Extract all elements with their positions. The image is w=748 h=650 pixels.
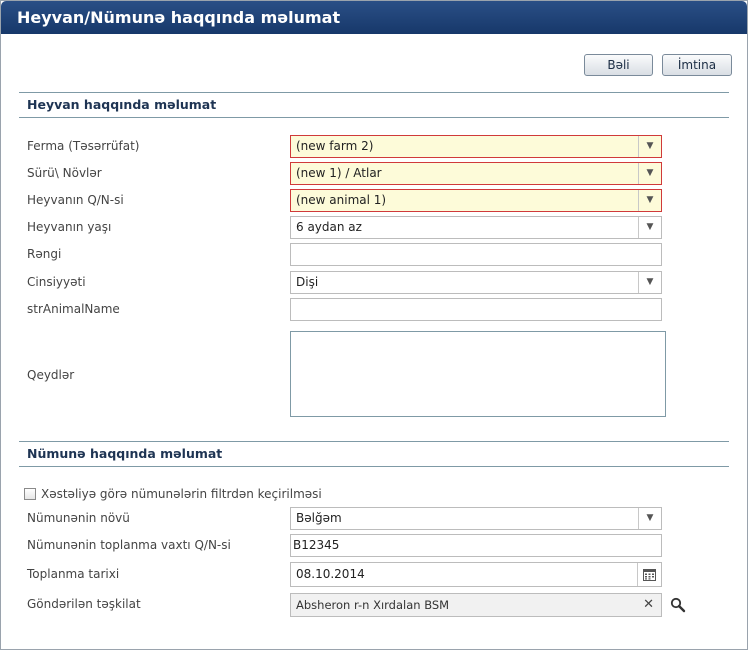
filter-checkbox-row[interactable]: Xəstəliyə görə nümunələrin filtrdən keçi… — [24, 487, 322, 501]
sent-to-label: Göndərilən təşkilat — [27, 597, 141, 611]
animal-name-label: strAnimalName — [27, 302, 120, 316]
farm-label: Ferma (Təsərrüfat) — [27, 139, 140, 153]
chevron-down-icon[interactable]: ▼ — [638, 163, 661, 184]
collection-date-value: 08.10.2014 — [296, 567, 365, 581]
farm-select[interactable]: (new farm 2) ▼ — [290, 135, 662, 158]
color-input[interactable] — [290, 243, 662, 266]
chevron-down-icon[interactable]: ▼ — [638, 190, 661, 211]
sex-label: Cinsiyyəti — [27, 275, 86, 289]
farm-value: (new farm 2) — [296, 139, 374, 153]
herd-value: (new 1) / Atlar — [296, 166, 382, 180]
sample-section-heading: Nümunə haqqında məlumat — [19, 441, 729, 467]
chevron-down-icon[interactable]: ▼ — [638, 217, 661, 238]
cancel-button[interactable]: İmtina — [662, 54, 732, 76]
yes-button[interactable]: Bəli — [584, 54, 653, 76]
animal-id-value: (new animal 1) — [296, 193, 387, 207]
dialog: Heyvan/Nümunə haqqında məlumat Bəli İmti… — [0, 0, 748, 650]
age-select[interactable]: 6 aydan az ▼ — [290, 216, 662, 239]
herd-label: Sürü\ Növlər — [27, 166, 102, 180]
clear-icon[interactable]: ✕ — [643, 594, 654, 615]
animal-section-heading: Heyvan haqqında məlumat — [19, 92, 729, 118]
search-icon[interactable] — [670, 597, 686, 613]
collection-id-label: Nümunənin toplanma vaxtı Q/N-si — [27, 538, 231, 552]
animal-id-label: Heyvanın Q/N-si — [27, 193, 124, 207]
chevron-down-icon[interactable]: ▼ — [638, 136, 661, 157]
age-label: Heyvanın yaşı — [27, 220, 112, 234]
sent-to-value: Absheron r-n Xırdalan BSM — [296, 598, 450, 612]
color-label: Rəngi — [27, 247, 62, 261]
collection-date-label: Toplanma tarixi — [27, 567, 120, 581]
collection-id-input[interactable]: B12345 — [290, 534, 662, 557]
filter-checkbox-label: Xəstəliyə görə nümunələrin filtrdən keçi… — [41, 487, 322, 501]
sample-type-label: Nümunənin növü — [27, 511, 130, 525]
calendar-icon[interactable] — [637, 563, 661, 586]
dialog-title: Heyvan/Nümunə haqqında məlumat — [1, 1, 747, 34]
notes-textarea[interactable] — [290, 331, 666, 417]
herd-select[interactable]: (new 1) / Atlar ▼ — [290, 162, 662, 185]
sex-select[interactable]: Dişi ▼ — [290, 271, 662, 294]
animal-name-input[interactable] — [290, 298, 662, 321]
chevron-down-icon[interactable]: ▼ — [638, 272, 661, 293]
notes-label: Qeydlər — [27, 368, 75, 382]
sample-type-value: Bəlğəm — [296, 511, 342, 525]
sent-to-field[interactable]: Absheron r-n Xırdalan BSM ✕ — [290, 593, 662, 617]
sample-type-select[interactable]: Bəlğəm ▼ — [290, 507, 662, 530]
age-value: 6 aydan az — [296, 220, 362, 234]
animal-id-select[interactable]: (new animal 1) ▼ — [290, 189, 662, 212]
collection-date-input[interactable]: 08.10.2014 — [290, 562, 662, 587]
filter-checkbox[interactable] — [24, 488, 36, 500]
sex-value: Dişi — [296, 275, 319, 289]
chevron-down-icon[interactable]: ▼ — [638, 508, 661, 529]
